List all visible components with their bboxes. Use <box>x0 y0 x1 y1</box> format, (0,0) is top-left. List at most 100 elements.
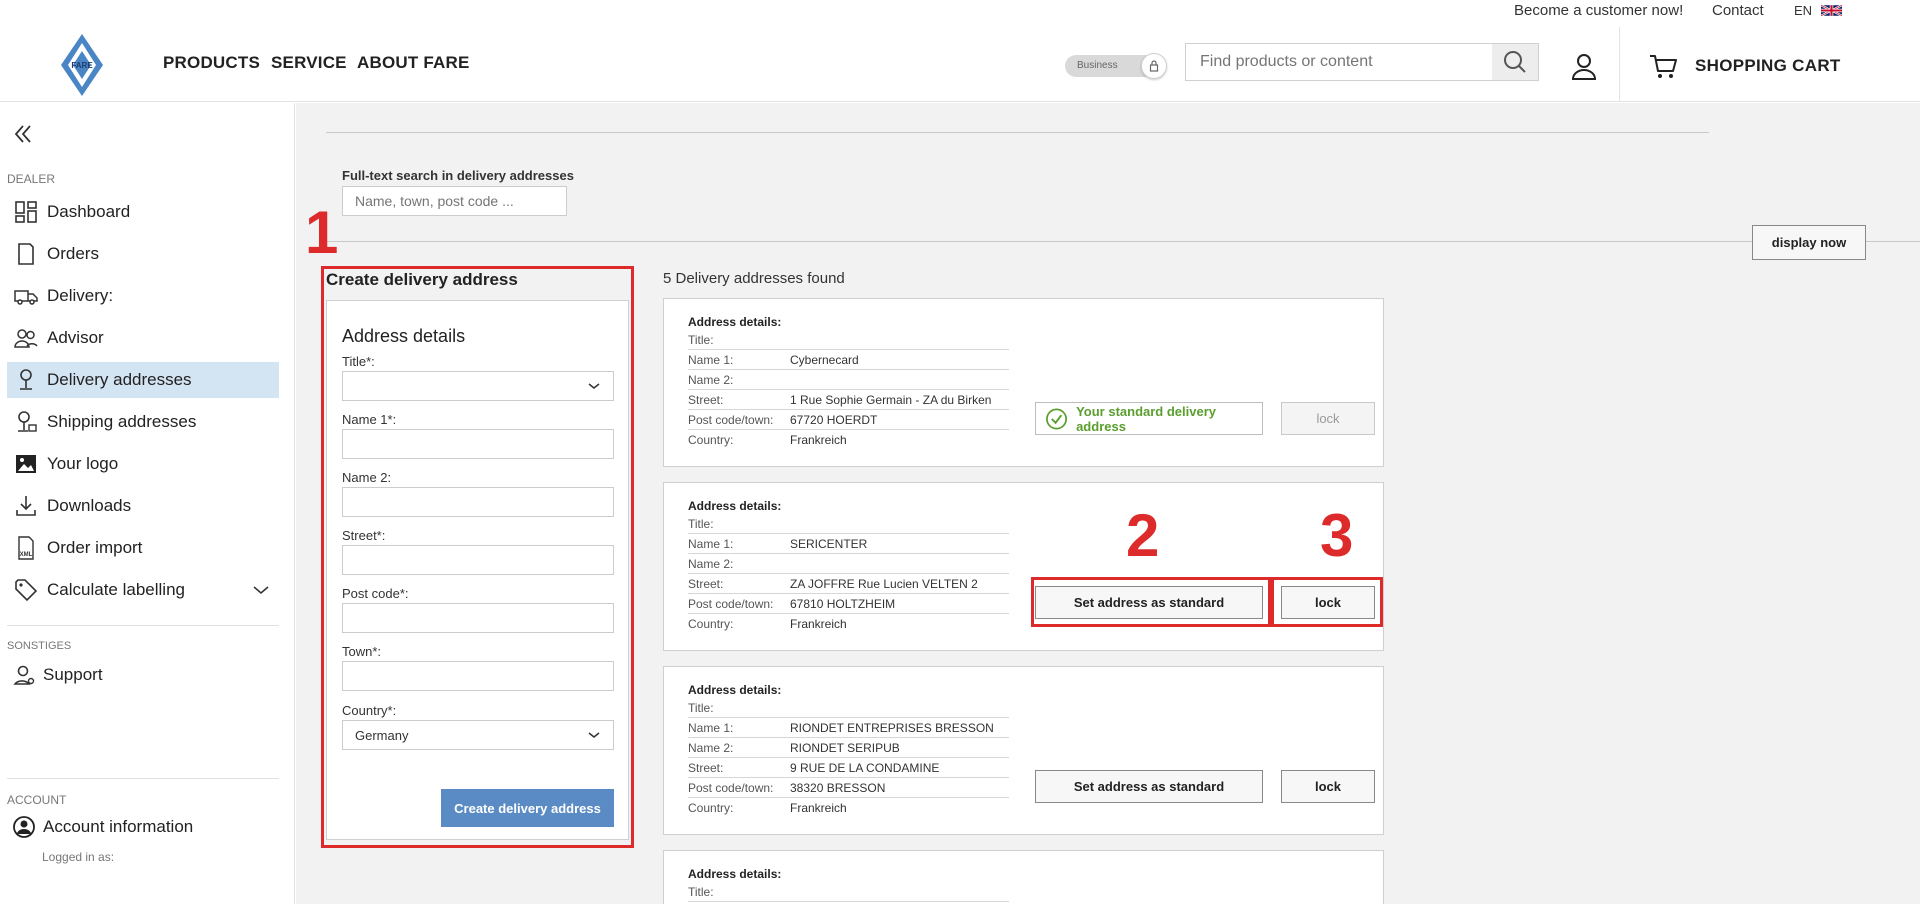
sidebar-item-account-information[interactable]: Account information <box>7 809 279 845</box>
top-strip: Become a customer now! Contact EN <box>0 0 1920 27</box>
sidebar-item-label: Account information <box>43 817 194 836</box>
nav-about-fare[interactable]: ABOUT FARE <box>357 53 470 73</box>
row-value: Cybernecard <box>790 353 859 367</box>
address-row-postcode-town: Post code/town: 67720 HOERDT <box>688 410 1009 430</box>
nav-products[interactable]: PRODUCTS <box>163 53 260 73</box>
country-select[interactable]: Germany <box>342 720 614 750</box>
toggle-knob <box>1141 53 1167 79</box>
check-circle-icon <box>1046 408 1068 429</box>
sidebar-item-delivery-addresses[interactable]: Delivery addresses <box>7 362 279 398</box>
annotation-2: 2 <box>1126 502 1160 569</box>
create-address-title: Create delivery address <box>326 270 518 289</box>
sidebar-item-shipping-addresses[interactable]: Shipping addresses <box>7 404 279 440</box>
svg-text:XML: XML <box>20 552 33 558</box>
row-key: Street: <box>688 393 724 407</box>
title-select[interactable] <box>342 371 614 401</box>
sidebar-item-label: Advisor <box>47 328 104 347</box>
become-customer-link[interactable]: Become a customer now! <box>1514 2 1683 19</box>
name2-input[interactable] <box>342 487 614 517</box>
row-value: 1 Rue Sophie Germain - ZA du Birken <box>790 393 992 407</box>
sidebar-item-dashboard[interactable]: Dashboard <box>7 194 279 230</box>
row-value: Frankreich <box>790 801 847 815</box>
shopping-cart-icon[interactable] <box>1648 53 1678 81</box>
address-row-title: Title: <box>688 882 1009 902</box>
address-row-postcode-town: Post code/town: 67810 HOLTZHEIM <box>688 594 1009 614</box>
uk-flag-icon[interactable] <box>1821 3 1842 18</box>
row-key: Title: <box>688 333 714 347</box>
annotation-1: 1 <box>305 199 339 266</box>
address-card: Address details: Title: <box>663 850 1384 904</box>
header-divider <box>1619 27 1620 102</box>
sidebar-item-delivery[interactable]: Delivery: <box>7 278 279 314</box>
logged-in-as-label: Logged in as: <box>42 850 115 864</box>
address-row-name1: Name 1: SERICENTER <box>688 534 1009 554</box>
address-details-header: Address details: <box>688 499 782 513</box>
lock-button[interactable]: lock <box>1281 402 1375 435</box>
sidebar-item-calculate-labelling[interactable]: Calculate labelling <box>7 572 279 608</box>
chevron-down-icon[interactable] <box>251 580 271 600</box>
annotation-box-set-standard <box>1031 577 1271 627</box>
fare-logo[interactable]: FARE <box>60 33 104 97</box>
street-field-label: Street*: <box>342 528 386 543</box>
shipping-pin-icon <box>13 409 39 435</box>
image-icon <box>13 451 39 477</box>
row-key: Name 2: <box>688 557 734 571</box>
row-value: 38320 BRESSON <box>790 781 886 795</box>
orders-icon <box>13 241 39 267</box>
row-key: Country: <box>688 801 734 815</box>
chevron-down-icon <box>588 383 600 389</box>
user-account-icon[interactable] <box>1570 51 1598 81</box>
sidebar-item-your-logo[interactable]: Your logo <box>7 446 279 482</box>
row-key: Title: <box>688 517 714 531</box>
sidebar-item-support[interactable]: Support <box>7 657 279 693</box>
results-count: 5 Delivery addresses found <box>663 270 845 287</box>
business-toggle[interactable]: Business <box>1065 53 1167 79</box>
sidebar-item-label: Delivery: <box>47 286 114 305</box>
nav-service[interactable]: SERVICE <box>271 53 347 73</box>
contact-link[interactable]: Contact <box>1712 2 1764 19</box>
header-search <box>1185 43 1539 81</box>
sidebar-item-downloads[interactable]: Downloads <box>7 488 279 524</box>
lock-button[interactable]: lock <box>1281 770 1375 803</box>
sidebar-divider <box>7 625 279 626</box>
search-button[interactable] <box>1492 44 1538 80</box>
section-dealer: DEALER <box>7 172 56 186</box>
sidebar-item-label: Delivery addresses <box>47 370 192 389</box>
sidebar-item-advisor[interactable]: Advisor <box>7 320 279 356</box>
sidebar-item-orders[interactable]: Orders <box>7 236 279 272</box>
row-key: Street: <box>688 761 724 775</box>
country-select-value: Germany <box>355 727 409 743</box>
sidebar-item-label: Dashboard <box>47 202 131 221</box>
download-icon <box>13 493 39 519</box>
fulltext-search-input[interactable] <box>342 186 567 216</box>
shopping-cart-link[interactable]: SHOPPING CART <box>1695 56 1841 76</box>
sidebar-item-label: Calculate labelling <box>47 580 185 599</box>
set-address-standard-button[interactable]: Set address as standard <box>1035 770 1263 803</box>
town-input[interactable] <box>342 661 614 691</box>
account-circle-icon <box>11 814 37 840</box>
display-now-button[interactable]: display now <box>1752 225 1866 260</box>
row-key: Title: <box>688 885 714 899</box>
sidebar-item-order-import[interactable]: XML Order import <box>7 530 279 566</box>
standard-address-text: Your standard delivery address <box>1076 403 1216 434</box>
language-selector[interactable]: EN <box>1794 3 1812 18</box>
address-row-street: Street: ZA JOFFRE Rue Lucien VELTEN 2 <box>688 574 1009 594</box>
annotation-3: 3 <box>1320 502 1354 569</box>
divider-line <box>326 241 1920 242</box>
name1-input[interactable] <box>342 429 614 459</box>
fulltext-search-label: Full-text search in delivery addresses <box>342 168 574 183</box>
address-row-country: Country: Frankreich <box>688 614 1009 634</box>
row-key: Country: <box>688 617 734 631</box>
row-key: Post code/town: <box>688 413 774 427</box>
address-row-name2: Name 2: RIONDET SERIPUB <box>688 738 1009 758</box>
collapse-sidebar-icon[interactable] <box>12 123 34 145</box>
postcode-input[interactable] <box>342 603 614 633</box>
street-input[interactable] <box>342 545 614 575</box>
row-key: Title: <box>688 701 714 715</box>
main-content: Full-text search in delivery addresses d… <box>296 103 1920 904</box>
header-search-input[interactable] <box>1186 44 1494 80</box>
tag-icon <box>13 577 39 603</box>
address-row-name1: Name 1: RIONDET ENTREPRISES BRESSON <box>688 718 1009 738</box>
address-card: Address details: Title: Name 1: Cyberneca… <box>663 298 1384 467</box>
create-delivery-address-button[interactable]: Create delivery address <box>441 789 614 827</box>
